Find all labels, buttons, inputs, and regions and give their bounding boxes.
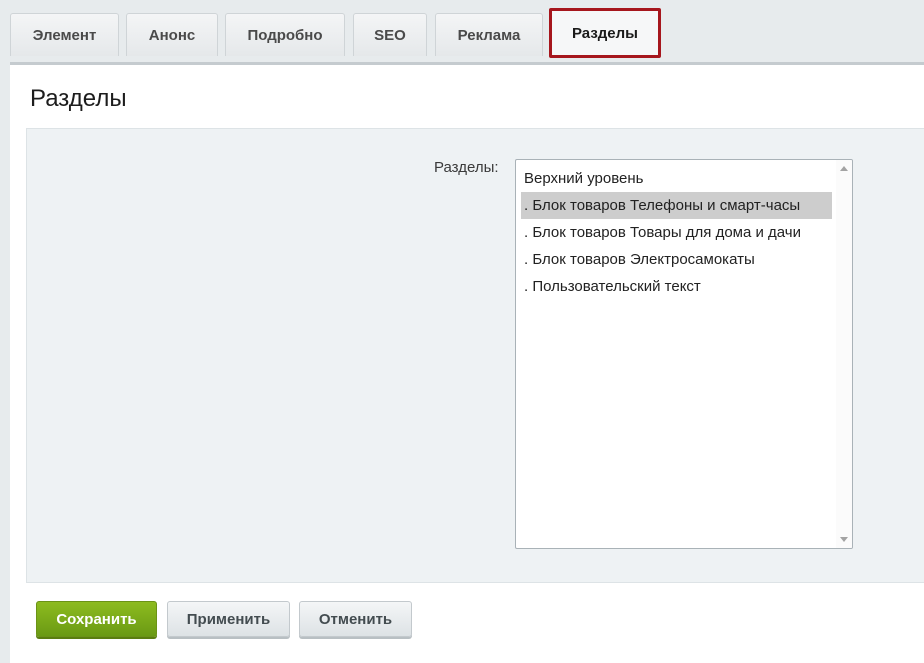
list-item-custom-text[interactable]: . Пользовательский текст <box>521 273 832 300</box>
list-item-phones-watches[interactable]: . Блок товаров Телефоны и смарт-часы <box>521 192 832 219</box>
sections-field-label: Разделы: <box>434 159 499 176</box>
tab-label: SEO <box>374 26 406 44</box>
apply-button[interactable]: Применить <box>167 601 290 637</box>
tab-label: Анонс <box>148 26 196 44</box>
scroll-down-icon[interactable] <box>840 537 848 542</box>
sections-list: Верхний уровень . Блок товаров Телефоны … <box>521 165 832 300</box>
list-item-top-level[interactable]: Верхний уровень <box>521 165 832 192</box>
tab-label: Разделы <box>572 24 638 42</box>
tab-details[interactable]: Подробно <box>225 13 345 56</box>
tab-element[interactable]: Элемент <box>10 13 119 56</box>
sections-listbox[interactable]: Верхний уровень . Блок товаров Телефоны … <box>515 159 853 549</box>
tab-label: Реклама <box>457 26 521 44</box>
tab-seo[interactable]: SEO <box>353 13 427 56</box>
cancel-button[interactable]: Отменить <box>299 601 412 637</box>
list-item-scooters[interactable]: . Блок товаров Электросамокаты <box>521 246 832 273</box>
tab-label: Подробно <box>247 26 323 44</box>
tab-label: Элемент <box>32 26 97 44</box>
sections-panel: Разделы Разделы: Верхний уровень . Блок … <box>10 65 924 663</box>
tab-announce[interactable]: Анонс <box>126 13 218 56</box>
save-button[interactable]: Сохранить <box>36 601 157 637</box>
scroll-up-icon[interactable] <box>840 166 848 171</box>
panel-title: Разделы <box>30 85 127 112</box>
listbox-scrollbar[interactable] <box>836 160 852 548</box>
tab-sections[interactable]: Разделы <box>549 8 661 58</box>
tab-advertising[interactable]: Реклама <box>435 13 543 56</box>
tab-bar: Элемент Анонс Подробно SEO Реклама Разде… <box>0 0 924 64</box>
list-item-home-garden[interactable]: . Блок товаров Товары для дома и дачи <box>521 219 832 246</box>
form-area: Разделы: Верхний уровень . Блок товаров … <box>26 128 924 583</box>
